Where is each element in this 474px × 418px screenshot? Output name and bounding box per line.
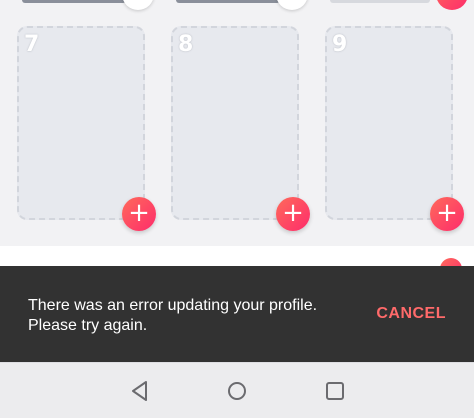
snackbar-message-line2: Please try again. — [28, 317, 148, 334]
previous-row-slots — [0, 0, 474, 14]
content-divider — [0, 246, 474, 266]
back-triangle-icon[interactable] — [126, 377, 154, 405]
add-photo-button[interactable] — [436, 0, 468, 10]
plus-icon[interactable]: + — [122, 197, 156, 231]
home-circle-icon[interactable] — [223, 377, 251, 405]
slot-number: 7 — [24, 32, 40, 57]
photo-slot-7[interactable]: 7 — [17, 26, 145, 220]
snackbar-message-line1: There was an error updating your profile… — [28, 297, 318, 314]
plus-icon[interactable]: + — [430, 197, 464, 231]
plus-icon[interactable]: + — [276, 197, 310, 231]
photo-slot-8[interactable]: 8 — [171, 26, 299, 220]
photo-slot-9[interactable]: 9 — [325, 26, 453, 220]
photo-thumbnail[interactable] — [176, 0, 280, 3]
photo-slot-edge — [330, 0, 430, 3]
cancel-button[interactable]: CANCEL — [376, 305, 446, 323]
error-snackbar: There was an error updating your profile… — [0, 266, 474, 362]
slot-number: 9 — [332, 32, 348, 57]
remove-photo-button[interactable] — [276, 0, 308, 10]
photo-slot-grid: 7 + 8 + 9 + — [0, 14, 474, 246]
slot-number: 8 — [178, 32, 194, 57]
photo-thumbnail[interactable] — [22, 0, 126, 3]
system-nav-bar — [0, 362, 474, 418]
snackbar-message: There was an error updating your profile… — [28, 296, 348, 336]
recents-square-icon[interactable] — [321, 377, 349, 405]
remove-photo-button[interactable] — [122, 0, 154, 10]
